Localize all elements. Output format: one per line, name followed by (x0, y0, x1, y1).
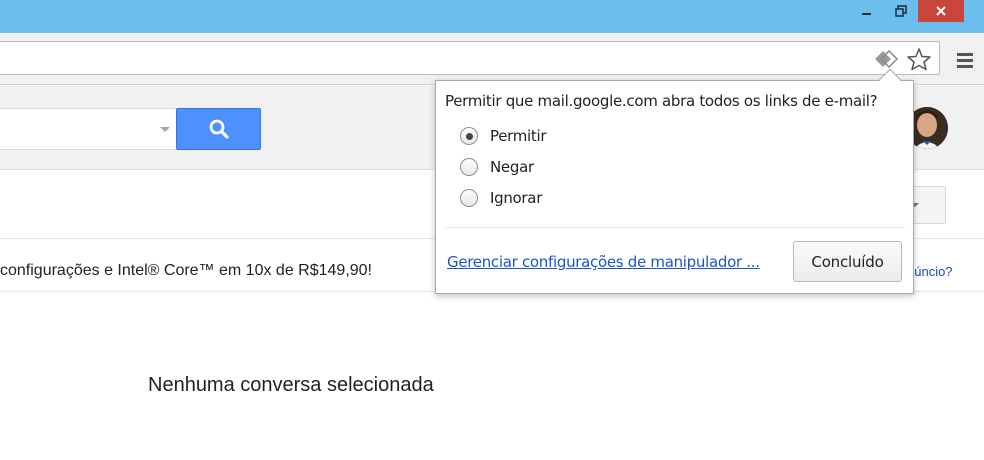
option-ignore[interactable]: Ignorar (460, 187, 542, 209)
search-icon (209, 119, 229, 139)
option-allow[interactable]: Permitir (460, 125, 547, 147)
radio-ignore[interactable] (460, 189, 478, 207)
option-deny[interactable]: Negar (460, 156, 534, 178)
search-options-caret-icon[interactable] (160, 127, 170, 132)
bubble-title: Permitir que mail.google.com abra todos … (445, 92, 878, 110)
bookmark-star-icon[interactable] (905, 47, 933, 71)
option-deny-label[interactable]: Negar (490, 158, 534, 176)
restore-button[interactable] (887, 0, 915, 22)
window-titlebar (0, 0, 984, 33)
radio-deny[interactable] (460, 158, 478, 176)
close-button[interactable] (918, 0, 964, 22)
manage-handlers-link[interactable]: Gerenciar configurações de manipulador .… (447, 253, 760, 271)
ad-text[interactable]: configurações e Intel® Core™ em 10x de R… (0, 262, 372, 280)
search-button[interactable] (176, 108, 261, 150)
minimize-icon (862, 13, 871, 15)
bubble-divider (445, 227, 905, 228)
protocol-handler-bubble: Permitir que mail.google.com abra todos … (435, 68, 914, 294)
minimize-button[interactable] (853, 0, 881, 22)
restore-icon (895, 5, 907, 17)
option-allow-label[interactable]: Permitir (490, 127, 547, 145)
protocol-handler-icon[interactable] (873, 48, 901, 70)
option-ignore-label[interactable]: Ignorar (490, 189, 542, 207)
browser-toolbar (0, 33, 984, 85)
chrome-menu-icon[interactable] (952, 47, 978, 73)
close-icon (936, 6, 946, 16)
done-button[interactable]: Concluído (793, 241, 902, 282)
search-input[interactable] (0, 108, 176, 150)
empty-state-message: Nenhuma conversa selecionada (148, 374, 434, 396)
address-bar[interactable] (0, 41, 940, 75)
radio-allow[interactable] (460, 127, 478, 145)
